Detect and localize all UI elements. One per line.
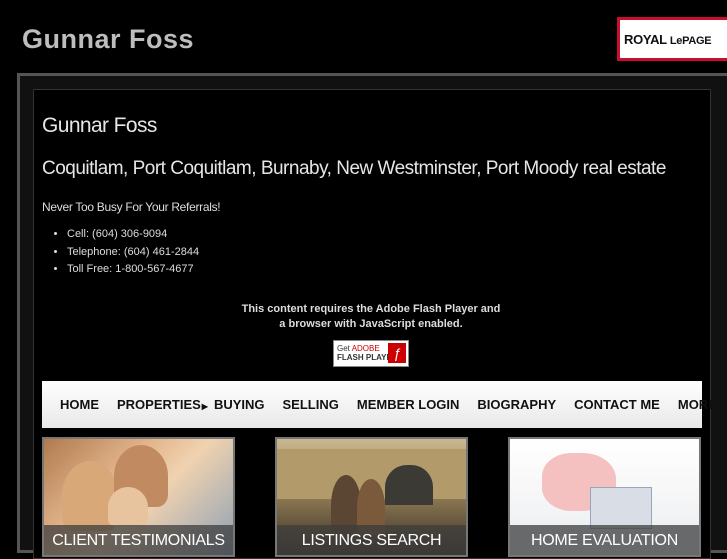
tile-client-testimonials[interactable]: CLIENT TESTIMONIALS: [42, 437, 235, 557]
tile-home-evaluation[interactable]: HOME EVALUATION: [508, 437, 701, 557]
main-nav: HOME PROPERTIES▶ BUYING SELLING MEMBER L…: [42, 381, 727, 428]
nav-biography[interactable]: BIOGRAPHY: [477, 397, 556, 412]
nav-buying[interactable]: BUYING: [214, 397, 265, 412]
site-title: Gunnar Foss: [22, 24, 195, 54]
tile-label: HOME EVALUATION: [510, 525, 699, 555]
logo-text: ROYAL LePAGE: [624, 31, 712, 47]
dropdown-arrow-icon: ▶: [201, 402, 208, 411]
nav-member-login[interactable]: MEMBER LOGIN: [357, 397, 460, 412]
house-window: [385, 465, 433, 505]
family-photo-child: [108, 487, 148, 527]
page-subheading: Coquitlam, Port Coquitlam, Burnaby, New …: [42, 158, 666, 179]
page-heading: Gunnar Foss: [42, 114, 157, 137]
contact-cell: Cell: (604) 306-9094: [67, 226, 199, 244]
tagline: Never Too Busy For Your Referrals!: [42, 200, 221, 214]
nav-home[interactable]: HOME: [60, 397, 99, 412]
nav-contact-me[interactable]: CONTACT ME: [574, 397, 660, 412]
royal-lepage-logo[interactable]: ROYAL LePAGE: [617, 17, 727, 61]
contact-telephone: Telephone: (604) 461-2844: [67, 244, 199, 262]
flash-player-icon: ƒ: [388, 343, 406, 363]
nav-selling[interactable]: SELLING: [283, 397, 339, 412]
get-flash-player-button[interactable]: Get ADOBE FLASH PLAYER ƒ: [333, 340, 409, 367]
nav-more[interactable]: MORE...: [678, 397, 727, 412]
nav-properties[interactable]: PROPERTIES▶: [117, 397, 208, 412]
flash-required-message: This content requires the Adobe Flash Pl…: [230, 302, 512, 332]
flash-message-line-2: a browser with JavaScript enabled.: [279, 318, 463, 330]
model-house-photo: [590, 487, 652, 529]
tile-listings-search[interactable]: LISTINGS SEARCH: [275, 437, 468, 557]
contact-list: Cell: (604) 306-9094 Telephone: (604) 46…: [42, 226, 199, 279]
tile-label: CLIENT TESTIMONIALS: [44, 525, 233, 555]
tile-label: LISTINGS SEARCH: [277, 525, 466, 555]
contact-toll-free: Toll Free: 1-800-567-4677: [67, 261, 199, 279]
flash-message-line-1: This content requires the Adobe Flash Pl…: [241, 303, 501, 315]
